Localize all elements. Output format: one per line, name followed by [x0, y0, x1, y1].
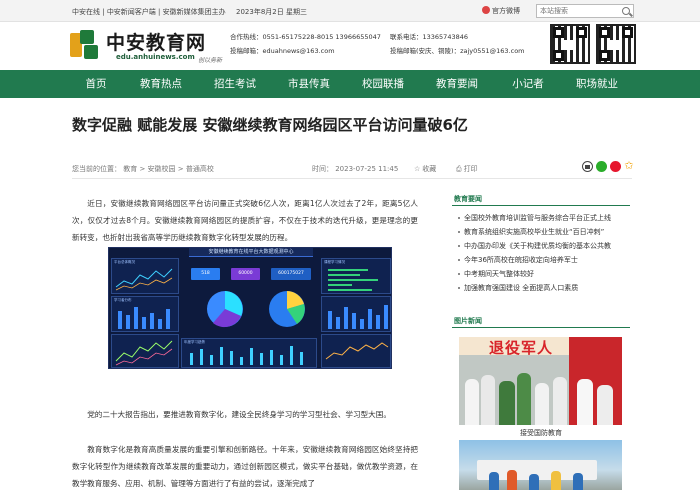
logo-mark-icon	[70, 30, 100, 60]
dashboard-panel	[321, 334, 391, 368]
top-links: 中安在线 | 中安新闻客户端 | 安徽新媒体集团主办	[72, 7, 226, 17]
article-title: 数字促融 赋能发展 安徽继续教育网络园区平台访问量破6亿	[72, 116, 468, 134]
article-meta: 您当前的位置： 教育 > 安徽校园 > 普通高校 时间： 2023-07-25 …	[72, 162, 632, 176]
nav-item-jobs[interactable]: 职场就业	[568, 70, 626, 98]
dashboard-stat: 60000	[231, 268, 260, 280]
contact-info-right: 联系电话：13365743846 投稿邮箱(安庆、铜陵)：zajy0551@16…	[390, 30, 525, 58]
qr-code-icon	[550, 24, 590, 64]
official-weibo-label: 官方微博	[492, 7, 520, 15]
star-icon[interactable]: ✩	[623, 160, 635, 172]
sidebar-heading-news: 教育要闻	[452, 194, 630, 206]
nav-item-news[interactable]: 教育要闻	[428, 70, 486, 98]
site-search	[536, 4, 634, 18]
dashboard-panel: 年度学习趋势	[181, 338, 317, 368]
nav-item-counties[interactable]: 市县传真	[280, 70, 338, 98]
favorite-button[interactable]: ☆ 收藏	[414, 164, 436, 174]
nav-item-admissions[interactable]: 招生考试	[206, 70, 264, 98]
photo-caption[interactable]: 接受国防教育	[452, 428, 630, 438]
divider	[72, 178, 632, 179]
dashboard-stat: 518	[191, 268, 220, 280]
dashboard-title: 安徽继续教育在线平台大数据观测中心	[189, 248, 313, 257]
print-icon: ⎙	[456, 165, 462, 173]
sidebar-heading-label: 教育要闻	[454, 195, 482, 203]
breadcrumb[interactable]: 您当前的位置： 教育 > 安徽校园 > 普通高校	[72, 164, 214, 174]
dashboard-panel	[111, 334, 179, 368]
article-paragraph: 党的二十大报告指出，要推进教育数字化，建设全民终身学习的学习型社会、学习型大国。	[87, 410, 391, 419]
top-link-zhongan[interactable]: 中安在线	[72, 7, 100, 17]
weibo-icon	[482, 6, 490, 14]
search-input[interactable]	[537, 5, 619, 17]
site-logo[interactable]: 中安教育网 edu.anhuinews.com 创以务新	[70, 26, 240, 68]
news-list-item[interactable]: 教育系统组织实施高校毕业生就业“百日冲刺”	[452, 226, 630, 239]
current-date: 2023年8月2日 星期三	[236, 8, 307, 16]
dashboard-panel: 平台总体概况	[111, 258, 179, 294]
article-paragraph: 近日，安徽继续教育网络园区平台访问量正式突破6亿人次，距离1亿人次过去了2年，距…	[72, 199, 418, 242]
nav-item-campus[interactable]: 校园联播	[354, 70, 412, 98]
dashboard-image: 安徽继续教育在线平台大数据观测中心 平台总体概况 学习者分布 518 60000…	[108, 247, 392, 369]
favorite-label: 收藏	[422, 165, 437, 173]
dashboard-panel: 学习者分布	[111, 296, 179, 332]
contact-phone-2: 联系电话：13365743846	[390, 33, 468, 41]
main-nav: 首页 教育热点 招生考试 市县传真 校园联播 教育要闻 小记者 职场就业	[0, 70, 700, 98]
nav-item-home[interactable]: 首页	[70, 70, 122, 98]
photo-news-image[interactable]	[459, 440, 622, 490]
qr-code-icon	[596, 24, 636, 64]
news-list-item[interactable]: 中考期间天气整体较好	[452, 268, 630, 281]
site-header: 中安教育网 edu.anhuinews.com 创以务新 合作热线：0551-6…	[0, 22, 700, 70]
print-label: 打印	[463, 165, 478, 173]
logo-slogan: 创以务新	[198, 57, 223, 64]
publish-time: 时间： 2023-07-25 11:45	[312, 165, 399, 173]
nav-item-reporter[interactable]: 小记者	[504, 70, 552, 98]
share-bar: ✩	[582, 160, 638, 174]
contact-info-left: 合作热线：0551-65175228-8015 13966655047 投稿邮箱…	[230, 30, 381, 58]
weibo-icon[interactable]	[610, 161, 621, 172]
dashboard-pie-chart	[207, 291, 243, 328]
dashboard-pie-chart	[269, 291, 305, 327]
logo-url: edu.anhuinews.com	[116, 53, 195, 61]
top-bar: 中安在线 | 中安新闻客户端 | 安徽新媒体集团主办 2023年8月2日 星期三…	[0, 0, 700, 22]
dashboard-panel: 课程学习情况	[321, 258, 391, 294]
print-button[interactable]: ⎙ 打印	[456, 164, 478, 174]
dashboard-stat: 600175027	[271, 268, 311, 280]
wechat-icon[interactable]	[596, 161, 607, 172]
news-list-item[interactable]: 全国校外教育培训监管与服务综合平台正式上线	[452, 212, 630, 225]
news-list-item[interactable]: 加强教育强国建设 全面提高人口素质	[452, 282, 630, 295]
contact-email-2: 投稿邮箱(安庆、铜陵)：zajy0551@163.com	[390, 47, 525, 55]
logo-text: 中安教育网	[106, 32, 207, 54]
photo-banner-text: 退役军人	[489, 339, 554, 357]
top-link-client[interactable]: 中安新闻客户端	[107, 7, 156, 17]
share-icon[interactable]	[582, 161, 593, 172]
contact-email: 投稿邮箱：eduahnews@163.com	[230, 47, 335, 55]
article-paragraph: 教育数字化是教育高质量发展的重要引擎和创新路径。十年来，安徽继续教育网络园区始终…	[72, 445, 418, 488]
sidebar-heading-photo: 图片新闻	[452, 316, 630, 328]
search-icon[interactable]	[622, 7, 630, 15]
nav-item-hot[interactable]: 教育热点	[132, 70, 190, 98]
contact-phone: 合作热线：0551-65175228-8015 13966655047	[230, 33, 381, 41]
photo-news-image[interactable]: 退役军人	[459, 337, 622, 425]
news-list-item[interactable]: 中办国办印发《关于构建优质均衡的基本公共教	[452, 240, 630, 253]
top-link-host[interactable]: 安徽新媒体集团主办	[163, 7, 226, 17]
official-weibo-link[interactable]: 官方微博	[482, 6, 520, 16]
dashboard-panel	[321, 296, 391, 332]
news-list-item[interactable]: 今年36所高校在皖招收定向培养军士	[452, 254, 630, 267]
sidebar-heading-label: 图片新闻	[454, 317, 482, 325]
favorite-icon: ☆	[414, 165, 421, 173]
